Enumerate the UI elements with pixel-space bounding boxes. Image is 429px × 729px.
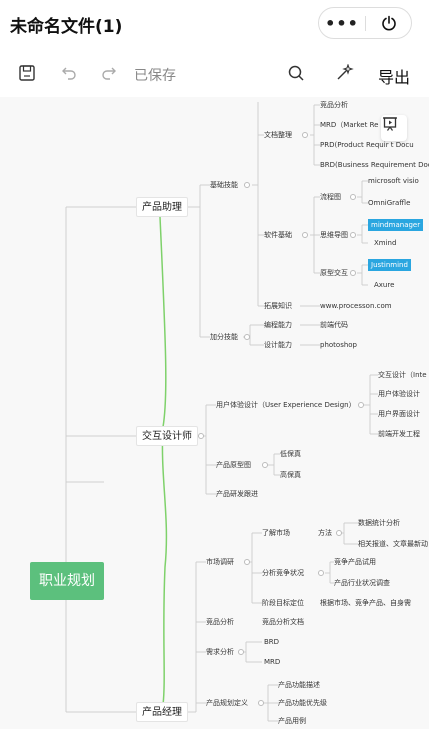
magic-wand-icon (337, 64, 354, 80)
collapse-toggle[interactable] (244, 559, 250, 565)
node-mindmanager[interactable]: mindmanager (368, 219, 424, 231)
collapse-toggle[interactable] (358, 402, 364, 408)
presentation-icon (383, 117, 397, 131)
node-doc-org[interactable]: 文档整理 (264, 130, 292, 140)
collapse-toggle[interactable] (302, 232, 308, 238)
collapse-toggle[interactable] (244, 182, 250, 188)
node-comp-analysis[interactable]: 竞品分析 (206, 617, 234, 627)
collapse-toggle[interactable] (318, 570, 324, 576)
root-node[interactable]: 职业规划 (30, 562, 104, 600)
node-prototype[interactable]: 原型交互 (320, 268, 348, 278)
branch-interaction-designer[interactable]: 交互设计师 (136, 426, 198, 446)
node-by-market[interactable]: 根据市场、竞争产品、自身需 (320, 598, 411, 608)
node-expand[interactable]: 拓展知识 (264, 301, 292, 311)
node-method[interactable]: 方法 (318, 528, 332, 538)
node-brd[interactable]: BRD(Business Requirement Docu (320, 160, 429, 170)
mindmap-canvas[interactable]: 职业规划 产品助理 交互设计师 产品经理 基础技能 文档整理 竞品分析 MRD（… (0, 97, 429, 729)
node-axure[interactable]: Axure (374, 280, 394, 290)
node-coding[interactable]: 编程能力 (264, 320, 292, 330)
collapse-toggle[interactable] (350, 232, 356, 238)
undo-icon (62, 67, 76, 80)
node-use-case[interactable]: 产品用例 (278, 716, 306, 726)
redo-icon (102, 67, 116, 80)
node-stage-goal[interactable]: 阶段目标定位 (262, 598, 304, 608)
document-title: 未命名文件(1) (10, 17, 123, 37)
export-button[interactable]: 导出 (378, 64, 410, 88)
node-visio[interactable]: microsoft visio (368, 176, 419, 186)
redo-button[interactable] (98, 62, 120, 84)
branch-product-assistant[interactable]: 产品助理 (136, 197, 188, 217)
node-prd[interactable]: PRD(Product Requir t Docu (320, 140, 414, 150)
node-trial[interactable]: 竞争产品试用 (334, 557, 376, 567)
node-proto-map[interactable]: 产品原型图 (216, 460, 251, 470)
node-low-fi[interactable]: 低保真 (280, 449, 301, 459)
node-dev-track[interactable]: 产品研发跟进 (216, 489, 258, 499)
node-mrd2[interactable]: MRD (264, 657, 280, 667)
node-brd2[interactable]: BRD (264, 637, 279, 647)
node-mindmap[interactable]: 思维导图 (320, 230, 348, 240)
node-data-stats[interactable]: 数据统计分析 (358, 518, 400, 528)
node-basic-skills[interactable]: 基础技能 (210, 180, 238, 190)
mini-program-capsule: ••• (318, 7, 412, 39)
save-status: 已保存 (134, 68, 176, 84)
node-ui-design[interactable]: 用户界面设计 (378, 409, 420, 419)
node-omnigraffle[interactable]: OmniGraffle (368, 198, 410, 208)
node-ixd[interactable]: 交互设计（Inte (378, 370, 427, 380)
node-understand-market[interactable]: 了解市场 (262, 528, 290, 538)
node-news[interactable]: 相关报道、文章最新动 (358, 539, 428, 549)
collapse-toggle[interactable] (198, 433, 204, 439)
node-industry[interactable]: 产品行业状况调查 (334, 578, 390, 588)
search-button[interactable] (285, 62, 307, 84)
node-design-ability[interactable]: 设计能力 (264, 340, 292, 350)
collapse-toggle[interactable] (238, 649, 244, 655)
collapse-toggle[interactable] (262, 462, 268, 468)
node-fe-eng[interactable]: 前端开发工程 (378, 429, 420, 439)
node-frontend[interactable]: 前端代码 (320, 320, 348, 330)
editor-toolbar: 已保存 导出 (0, 50, 429, 98)
node-bonus[interactable]: 加分技能 (210, 332, 238, 342)
collapse-toggle[interactable] (244, 334, 250, 340)
node-software-basics[interactable]: 软件基础 (264, 230, 292, 240)
node-justinmind[interactable]: Justinmind (368, 259, 411, 271)
node-product-plan[interactable]: 产品规划定义 (206, 698, 248, 708)
undo-button[interactable] (58, 62, 80, 84)
node-photoshop[interactable]: photoshop (320, 340, 357, 350)
node-req-analysis[interactable]: 需求分析 (206, 647, 234, 657)
collapse-toggle[interactable] (336, 530, 342, 536)
presentation-button[interactable] (381, 115, 407, 141)
node-ux[interactable]: 用户体验设计（User Experience Design） (216, 400, 356, 410)
node-competition[interactable]: 分析竞争状况 (262, 568, 304, 578)
branch-product-manager[interactable]: 产品经理 (136, 702, 188, 722)
node-comp-doc[interactable]: 竞品分析文档 (262, 617, 304, 627)
node-ux-design[interactable]: 用户体验设计 (378, 389, 420, 399)
search-icon (288, 65, 304, 81)
mindmap-connectors (65, 102, 378, 722)
title-bar: 未命名文件(1) ••• (0, 0, 429, 50)
collapse-toggle[interactable] (302, 132, 308, 138)
close-mini-program-button[interactable] (366, 8, 412, 38)
node-competitor[interactable]: 竞品分析 (320, 100, 348, 110)
node-market-research[interactable]: 市场调研 (206, 557, 234, 567)
node-xmind[interactable]: Xmind (374, 238, 396, 248)
save-button[interactable] (16, 62, 38, 84)
node-feature-desc[interactable]: 产品功能描述 (278, 680, 320, 690)
node-processon[interactable]: www.processon.com (320, 301, 392, 311)
node-flowchart[interactable]: 流程图 (320, 192, 341, 202)
collapse-toggle[interactable] (350, 270, 356, 276)
power-icon (382, 15, 396, 31)
collapse-toggle[interactable] (350, 194, 356, 200)
node-high-fi[interactable]: 高保真 (280, 470, 301, 480)
collapse-toggle[interactable] (258, 700, 264, 706)
more-button[interactable]: ••• (319, 8, 365, 38)
style-button[interactable] (333, 62, 355, 84)
node-feature-priority[interactable]: 产品功能优先级 (278, 698, 327, 708)
save-icon (19, 65, 35, 81)
